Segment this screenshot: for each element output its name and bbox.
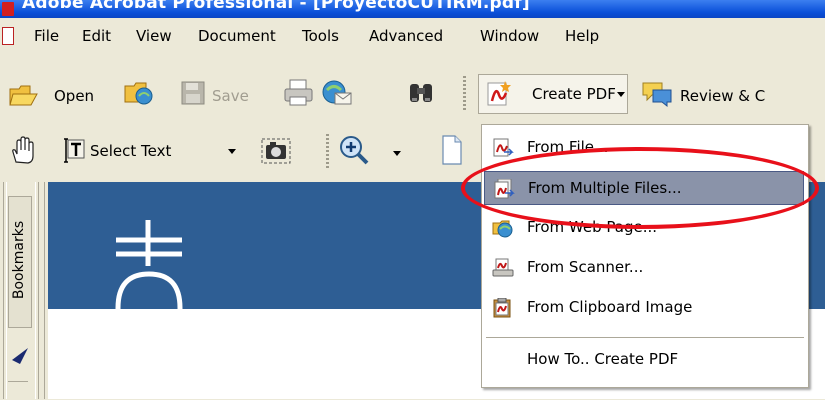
select-text-icon (64, 138, 85, 163)
review-comment-button[interactable]: Review & C (638, 80, 825, 110)
from-clipboard-icon (493, 298, 511, 318)
red-highlight-ellipse (461, 147, 819, 229)
menu-item-label: How To.. Create PDF (527, 350, 679, 368)
menu-item-label: From Clipboard Image (527, 298, 693, 316)
create-pdf-icon (487, 81, 511, 106)
bookmarks-tab[interactable]: Bookmarks (8, 196, 32, 328)
menu-item-from-scanner[interactable]: From Scanner... (484, 251, 804, 285)
review-comment-icon (642, 82, 672, 108)
bookmarks-tab-label: Bookmarks (11, 220, 27, 300)
snapshot-tool-icon[interactable] (260, 136, 294, 166)
menu-advanced[interactable]: Advanced (369, 27, 443, 45)
open-folder-icon (9, 85, 38, 106)
select-text-dropdown-arrow-icon[interactable] (228, 149, 236, 154)
panel-divider-right (35, 182, 39, 399)
organizer-icon[interactable] (122, 78, 156, 108)
pages-tab-fragment[interactable] (8, 381, 28, 400)
hand-tool-icon[interactable] (8, 136, 38, 166)
menu-bar: File Edit View Document Tools Advanced W… (0, 18, 825, 53)
zoom-in-icon[interactable] (338, 134, 370, 166)
title-bar: Adobe Acrobat Professional - [ProyectoCU… (0, 0, 825, 18)
open-button[interactable]: Open (8, 80, 103, 110)
menu-file[interactable]: File (34, 27, 59, 45)
toolbar-grip-2[interactable] (326, 134, 329, 170)
menu-help[interactable]: Help (565, 27, 599, 45)
file-toolbar: Open Save Create PDF Review & C (0, 66, 825, 120)
select-text-label: Select Text (90, 142, 172, 160)
from-file-icon (493, 138, 514, 157)
menu-tools[interactable]: Tools (302, 27, 339, 45)
save-disk-icon (181, 81, 205, 105)
email-icon[interactable] (320, 78, 354, 108)
menu-document[interactable]: Document (198, 27, 276, 45)
menu-view[interactable]: View (136, 27, 172, 45)
from-web-page-icon (492, 220, 513, 238)
menu-window[interactable]: Window (480, 27, 539, 45)
panel-divider (3, 182, 7, 399)
select-text-button[interactable]: Select Text (60, 136, 236, 168)
menu-item-how-to-create-pdf[interactable]: How To.. Create PDF (484, 343, 804, 377)
signatures-tab-icon[interactable] (10, 346, 30, 366)
save-label: Save (212, 87, 249, 105)
print-icon[interactable] (282, 78, 316, 108)
create-pdf-button[interactable]: Create PDF (478, 74, 628, 114)
toolbar-grip[interactable] (463, 76, 466, 112)
review-label: Review & C (680, 87, 766, 105)
from-scanner-icon (492, 258, 514, 277)
open-label: Open (54, 87, 95, 105)
create-pdf-label: Create PDF (532, 85, 616, 103)
acrobat-icon (2, 2, 14, 16)
window-title: Adobe Acrobat Professional - [ProyectoCU… (22, 0, 530, 13)
document-icon[interactable] (2, 27, 14, 45)
zoom-dropdown-arrow-icon[interactable] (393, 151, 401, 156)
menu-item-from-clipboard-image[interactable]: From Clipboard Image (484, 291, 804, 325)
save-button[interactable]: Save (180, 80, 270, 110)
actual-size-page-icon[interactable] (440, 134, 464, 166)
menu-item-label: From Scanner... (527, 258, 644, 276)
menu-edit[interactable]: Edit (82, 27, 111, 45)
menu-separator (486, 337, 804, 338)
search-binoculars-icon[interactable] (405, 78, 439, 108)
create-pdf-dropdown-arrow-icon[interactable] (617, 92, 625, 97)
